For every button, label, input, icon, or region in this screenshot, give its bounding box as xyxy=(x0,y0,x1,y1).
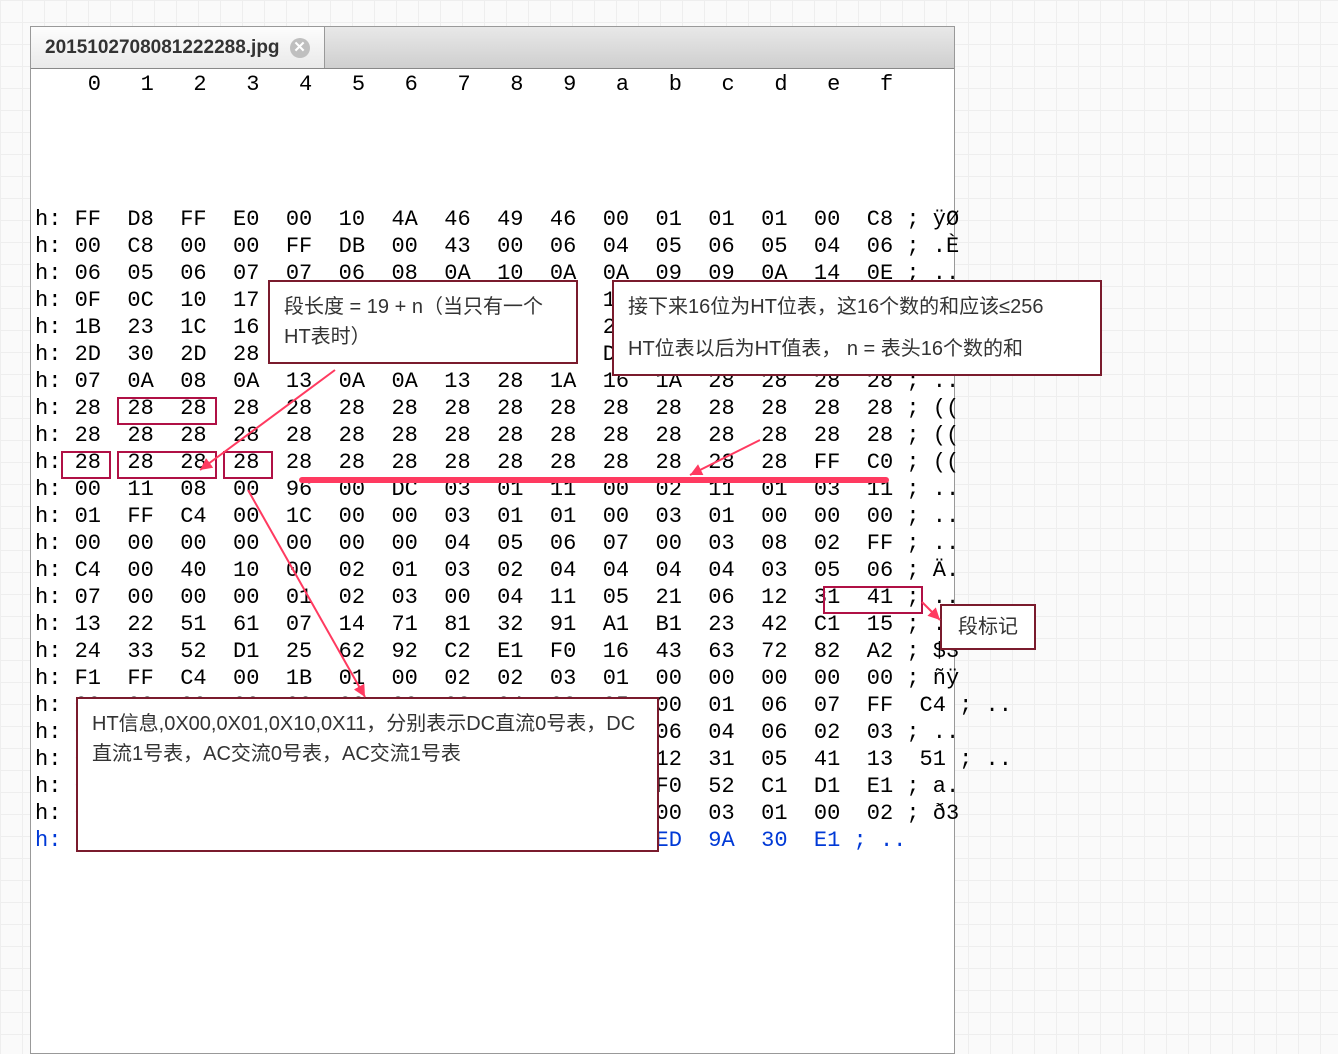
close-icon[interactable]: ✕ xyxy=(290,38,310,58)
hex-row: h: 00 C8 00 00 FF DB 00 43 00 06 04 05 0… xyxy=(35,233,950,260)
hex-view: 0 1 2 3 4 5 6 7 8 9 a b c d e f h: FF D8… xyxy=(31,69,954,1053)
hex-row: h: 13 22 51 61 07 14 71 81 32 91 A1 B1 2… xyxy=(35,611,950,638)
callout-segmark: 段标记 xyxy=(940,604,1036,650)
hex-editor-window: 2015102708081222288.jpg ✕ 0 1 2 3 4 5 6 … xyxy=(30,26,955,1054)
hex-row: h: C4 00 40 10 00 02 01 03 02 04 04 04 0… xyxy=(35,557,950,584)
hex-header: 0 1 2 3 4 5 6 7 8 9 a b c d e f xyxy=(35,71,950,98)
callout-bittable-l1: 接下来16位为HT位表，这16个数的和应该≤256 xyxy=(628,292,1086,322)
callout-htinfo-text: HT信息,0X00,0X01,0X10,0X11，分别表示DC直流0号表，DC直… xyxy=(92,713,635,765)
hex-row: h: 28 28 28 28 28 28 28 28 28 28 28 28 2… xyxy=(35,395,950,422)
callout-seglen: 段长度 = 19 + n（当只有一个HT表时） xyxy=(268,280,578,364)
hex-row: h: 28 28 28 28 28 28 28 28 28 28 28 28 2… xyxy=(35,422,950,449)
hex-row: h: 00 00 00 00 00 00 00 04 05 06 07 00 0… xyxy=(35,530,950,557)
hex-row: h: F1 FF C4 00 1B 01 00 02 02 03 01 00 0… xyxy=(35,665,950,692)
hex-row: h: 28 28 28 28 28 28 28 28 28 28 28 28 2… xyxy=(35,449,950,476)
hex-row: h: 07 00 00 00 01 02 03 00 04 11 05 21 0… xyxy=(35,584,950,611)
hex-row: h: 01 FF C4 00 1C 00 00 03 01 01 00 03 0… xyxy=(35,503,950,530)
hex-row: h: 24 33 52 D1 25 62 92 C2 E1 F0 16 43 6… xyxy=(35,638,950,665)
callout-bittable-l2: HT位表以后为HT值表， n = 表头16个数的和 xyxy=(628,334,1086,364)
callout-htinfo: HT信息,0X00,0X01,0X10,0X11，分别表示DC直流0号表，DC直… xyxy=(76,697,659,852)
tab-bar: 2015102708081222288.jpg ✕ xyxy=(31,27,954,69)
callout-segmark-text: 段标记 xyxy=(958,616,1018,638)
callout-seglen-text: 段长度 = 19 + n（当只有一个HT表时） xyxy=(284,296,543,348)
file-tab[interactable]: 2015102708081222288.jpg ✕ xyxy=(31,27,325,68)
callout-bittable: 接下来16位为HT位表，这16个数的和应该≤256 HT位表以后为HT值表， n… xyxy=(612,280,1102,376)
red-underline xyxy=(299,477,889,483)
tab-title: 2015102708081222288.jpg xyxy=(45,37,280,59)
hex-row: h: FF D8 FF E0 00 10 4A 46 49 46 00 01 0… xyxy=(35,206,950,233)
